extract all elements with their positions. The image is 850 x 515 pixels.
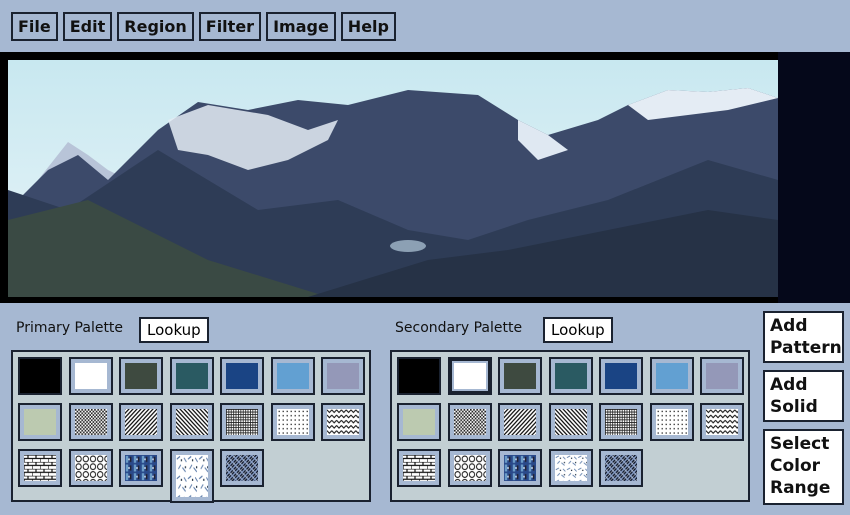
swatch-fill (706, 363, 738, 389)
primary-swatch-blue-tiles[interactable] (119, 449, 163, 487)
secondary-swatch-brick[interactable] (397, 449, 441, 487)
swatch-fill (175, 455, 208, 497)
swatch-fill (125, 363, 157, 389)
swatch-fill (74, 363, 107, 389)
primary-swatch-dots[interactable] (270, 403, 315, 441)
swatch-fill (554, 363, 587, 389)
menu-file[interactable]: File (11, 12, 58, 41)
primary-swatch-diagonal-left[interactable] (169, 403, 214, 441)
primary-swatch-grid[interactable] (220, 403, 264, 441)
secondary-swatch-solid-7[interactable] (397, 403, 441, 441)
swatch-fill (399, 359, 439, 393)
primary-swatch-diagonal-right[interactable] (119, 403, 163, 441)
swatch-fill (504, 455, 536, 481)
mountain-landscape-image (8, 60, 778, 297)
swatch-fill (403, 409, 435, 435)
swatch-fill (655, 409, 688, 435)
swatch-fill (125, 409, 157, 435)
secondary-swatch-solid-1[interactable] (447, 357, 492, 395)
primary-palette-label: Primary Palette (16, 320, 124, 336)
swatch-fill (706, 409, 738, 435)
swatch-fill (276, 409, 309, 435)
swatch-fill (453, 363, 486, 389)
primary-swatch-solid-7[interactable] (18, 403, 62, 441)
primary-palette (11, 350, 371, 503)
primary-swatch-scatter[interactable] (169, 449, 214, 503)
swatch-fill (24, 455, 56, 481)
secondary-swatch-diagonal-left[interactable] (548, 403, 593, 441)
secondary-swatch-solid-0[interactable] (397, 357, 441, 395)
menu-filter[interactable]: Filter (198, 12, 262, 41)
secondary-swatch-solid-5[interactable] (649, 357, 694, 395)
secondary-swatch-circles[interactable] (447, 449, 492, 487)
primary-swatch-weave[interactable] (220, 449, 264, 487)
swatch-fill (226, 455, 258, 481)
swatch-fill (226, 363, 258, 389)
add-solid-button[interactable]: Add Solid (763, 370, 844, 422)
swatch-fill (504, 363, 536, 389)
primary-swatch-brick[interactable] (18, 449, 62, 487)
secondary-swatch-solid-4[interactable] (599, 357, 643, 395)
secondary-swatch-dots[interactable] (649, 403, 694, 441)
primary-lookup-button[interactable]: Lookup (139, 317, 209, 343)
primary-swatch-solid-2[interactable] (119, 357, 163, 395)
secondary-palette-label: Secondary Palette (395, 320, 523, 336)
secondary-swatch-weave[interactable] (599, 449, 643, 487)
primary-swatch-solid-0[interactable] (18, 357, 62, 395)
menu-region[interactable]: Region (117, 12, 194, 41)
secondary-lookup-button[interactable]: Lookup (543, 317, 613, 343)
menu-help[interactable]: Help (340, 12, 396, 41)
secondary-swatch-solid-3[interactable] (548, 357, 593, 395)
swatch-fill (403, 455, 435, 481)
menu-bar: File Edit Region Filter Image Help (11, 12, 396, 41)
swatch-fill (175, 363, 208, 389)
swatch-fill (226, 409, 258, 435)
secondary-swatch-zigzag[interactable] (700, 403, 744, 441)
swatch-fill (74, 455, 107, 481)
image-background-area (778, 52, 850, 303)
swatch-fill (24, 409, 56, 435)
secondary-swatch-checker[interactable] (447, 403, 492, 441)
primary-swatch-checker[interactable] (68, 403, 113, 441)
swatch-fill (276, 363, 309, 389)
swatch-fill (327, 363, 359, 389)
swatch-fill (605, 409, 637, 435)
secondary-swatch-scatter[interactable] (548, 449, 593, 487)
primary-swatch-solid-6[interactable] (321, 357, 365, 395)
swatch-fill (175, 409, 208, 435)
menu-edit[interactable]: Edit (62, 12, 113, 41)
swatch-fill (605, 363, 637, 389)
secondary-swatch-solid-6[interactable] (700, 357, 744, 395)
primary-swatch-solid-1[interactable] (68, 357, 113, 395)
image-canvas[interactable] (0, 52, 850, 303)
swatch-fill (74, 409, 107, 435)
swatch-fill (504, 409, 536, 435)
swatch-fill (655, 363, 688, 389)
swatch-fill (20, 359, 60, 393)
swatch-fill (453, 409, 486, 435)
secondary-swatch-blue-tiles[interactable] (498, 449, 542, 487)
secondary-swatch-diagonal-right[interactable] (498, 403, 542, 441)
primary-swatch-circles[interactable] (68, 449, 113, 487)
swatch-fill (453, 455, 486, 481)
secondary-swatch-grid[interactable] (599, 403, 643, 441)
swatch-fill (125, 455, 157, 481)
swatch-fill (554, 409, 587, 435)
primary-swatch-zigzag[interactable] (321, 403, 365, 441)
menu-image[interactable]: Image (266, 12, 336, 41)
swatch-fill (605, 455, 637, 481)
primary-swatch-solid-4[interactable] (220, 357, 264, 395)
swatch-fill (327, 409, 359, 435)
secondary-swatch-solid-2[interactable] (498, 357, 542, 395)
secondary-palette (390, 350, 750, 502)
primary-swatch-solid-3[interactable] (169, 357, 214, 395)
primary-swatch-solid-5[interactable] (270, 357, 315, 395)
swatch-fill (554, 455, 587, 481)
select-color-range-button[interactable]: Select Color Range (763, 429, 844, 505)
add-pattern-button[interactable]: Add Pattern (763, 311, 844, 363)
